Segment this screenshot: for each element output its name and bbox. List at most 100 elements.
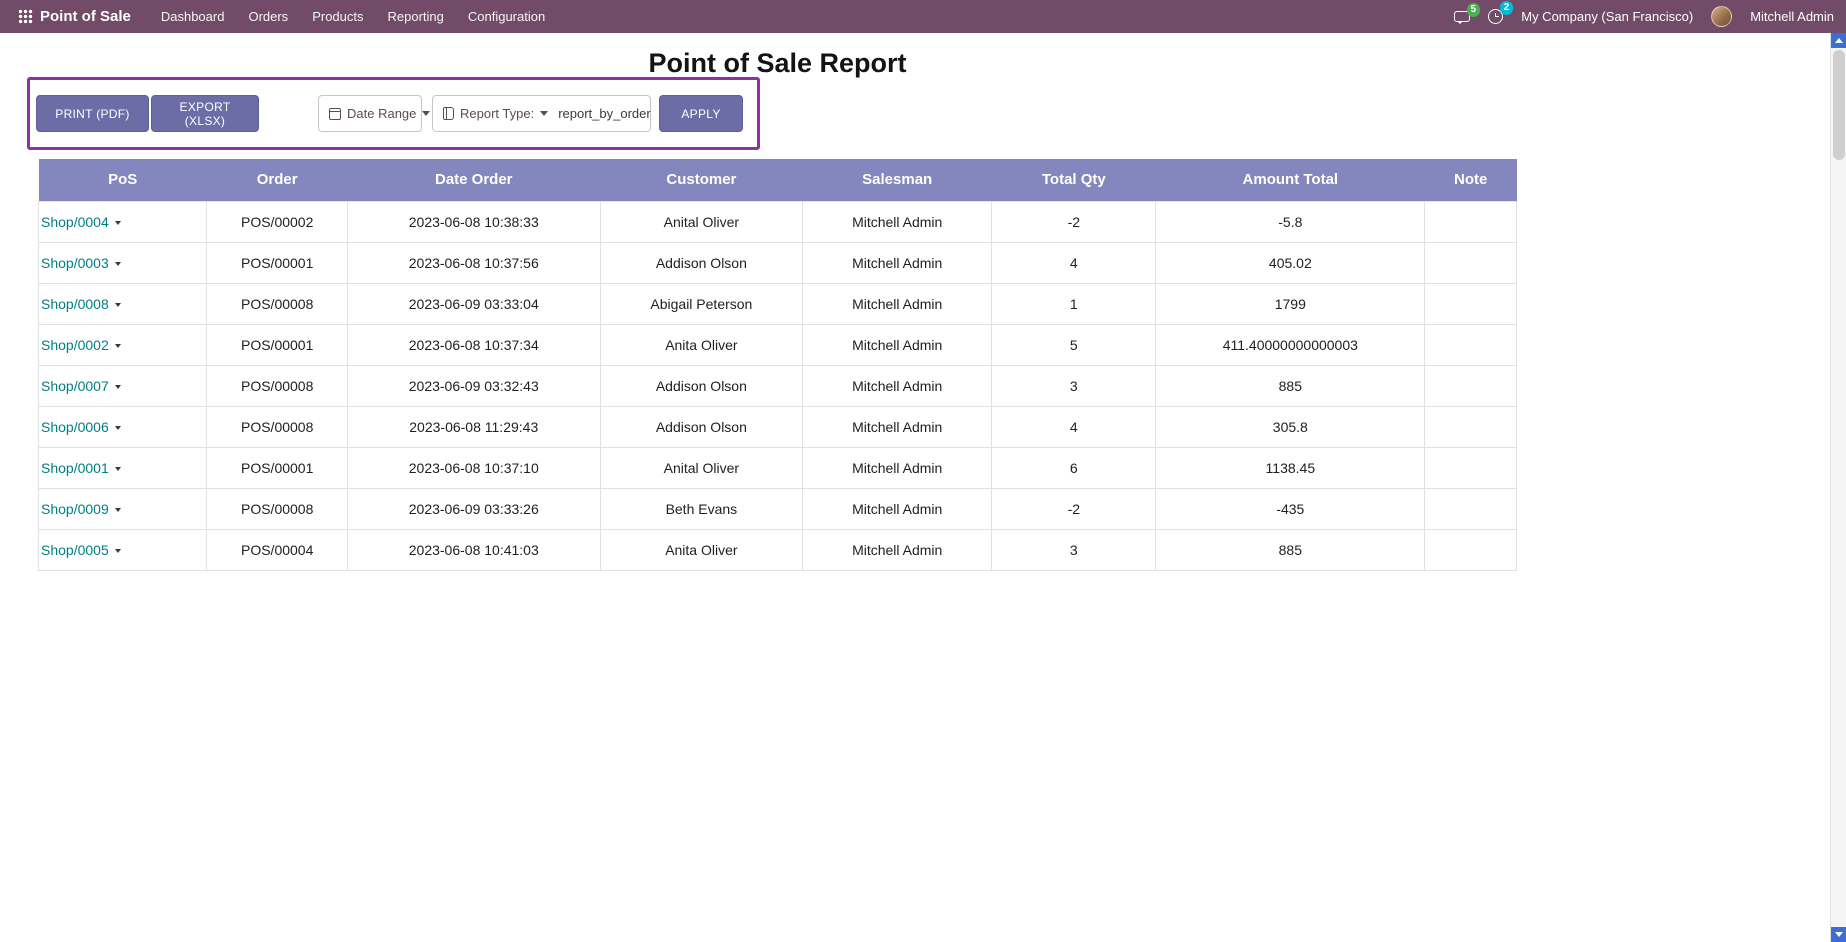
- pos-link[interactable]: Shop/0002: [41, 337, 109, 353]
- triangle-down: [1835, 932, 1843, 937]
- note-cell: [1425, 201, 1517, 242]
- order-cell: POS/00008: [207, 488, 347, 529]
- table-row: Shop/0007 POS/00008 2023-06-09 03:32:43 …: [39, 365, 1517, 406]
- pos-link[interactable]: Shop/0001: [41, 460, 109, 476]
- salesman-cell: Mitchell Admin: [803, 324, 992, 365]
- menu-item-dashboard[interactable]: Dashboard: [149, 0, 237, 33]
- pos-link[interactable]: Shop/0008: [41, 296, 109, 312]
- pos-cell: Shop/0006: [39, 406, 207, 447]
- company-switcher[interactable]: My Company (San Francisco): [1521, 9, 1693, 24]
- report-type-value: report_by_order: [558, 106, 651, 121]
- amount-total-cell: -435: [1156, 488, 1425, 529]
- column-header-customer: Customer: [600, 159, 802, 201]
- pos-cell: Shop/0004: [39, 201, 207, 242]
- salesman-cell: Mitchell Admin: [803, 365, 992, 406]
- salesman-cell: Mitchell Admin: [803, 406, 992, 447]
- note-cell: [1425, 488, 1517, 529]
- salesman-cell: Mitchell Admin: [803, 488, 992, 529]
- order-cell: POS/00008: [207, 283, 347, 324]
- menu-item-products[interactable]: Products: [300, 0, 375, 33]
- chevron-down-icon: [422, 111, 430, 116]
- messages-button[interactable]: 5: [1454, 11, 1470, 22]
- total-qty-cell: -2: [992, 488, 1156, 529]
- pos-link[interactable]: Shop/0003: [41, 255, 109, 271]
- filter-toolbar: PRINT (PDF) EXPORT (XLSX) Date Range Rep…: [27, 77, 760, 150]
- customer-cell: Beth Evans: [600, 488, 802, 529]
- order-cell: POS/00004: [207, 529, 347, 570]
- pos-link[interactable]: Shop/0009: [41, 501, 109, 517]
- pos-link[interactable]: Shop/0005: [41, 542, 109, 558]
- user-menu[interactable]: Mitchell Admin: [1750, 9, 1834, 24]
- total-qty-cell: 5: [992, 324, 1156, 365]
- chevron-down-icon: [540, 111, 548, 116]
- calendar-icon: [329, 108, 341, 120]
- column-header-order: Order: [207, 159, 347, 201]
- chevron-down-icon[interactable]: [115, 344, 121, 348]
- report-type-dropdown[interactable]: Report Type: report_by_order: [432, 95, 651, 132]
- column-header-note: Note: [1425, 159, 1517, 201]
- menu-item-configuration[interactable]: Configuration: [456, 0, 557, 33]
- order-cell: POS/00001: [207, 242, 347, 283]
- salesman-cell: Mitchell Admin: [803, 529, 992, 570]
- pos-link[interactable]: Shop/0006: [41, 419, 109, 435]
- total-qty-cell: 4: [992, 406, 1156, 447]
- chevron-down-icon[interactable]: [115, 262, 121, 266]
- table-row: Shop/0003 POS/00001 2023-06-08 10:37:56 …: [39, 242, 1517, 283]
- column-header-salesman: Salesman: [803, 159, 992, 201]
- user-avatar[interactable]: [1711, 6, 1732, 27]
- amount-total-cell: 885: [1156, 365, 1425, 406]
- total-qty-cell: 1: [992, 283, 1156, 324]
- date-order-cell: 2023-06-08 10:41:03: [347, 529, 600, 570]
- scroll-up-icon[interactable]: [1831, 33, 1846, 48]
- menu-item-orders[interactable]: Orders: [236, 0, 300, 33]
- chevron-down-icon[interactable]: [115, 221, 121, 225]
- apply-button[interactable]: APPLY: [659, 95, 743, 132]
- pos-cell: Shop/0001: [39, 447, 207, 488]
- export-xlsx-button[interactable]: EXPORT (XLSX): [151, 95, 259, 132]
- chevron-down-icon[interactable]: [115, 303, 121, 307]
- order-cell: POS/00008: [207, 406, 347, 447]
- chevron-down-icon[interactable]: [115, 385, 121, 389]
- activities-button[interactable]: 2: [1488, 9, 1503, 24]
- column-header-pos: PoS: [39, 159, 207, 201]
- note-cell: [1425, 406, 1517, 447]
- customer-cell: Anita Oliver: [600, 529, 802, 570]
- vertical-scrollbar[interactable]: [1830, 33, 1846, 942]
- customer-cell: Anital Oliver: [600, 201, 802, 242]
- customer-cell: Addison Olson: [600, 242, 802, 283]
- total-qty-cell: 4: [992, 242, 1156, 283]
- total-qty-cell: -2: [992, 201, 1156, 242]
- chevron-down-icon[interactable]: [115, 467, 121, 471]
- amount-total-cell: 1799: [1156, 283, 1425, 324]
- chevron-down-icon[interactable]: [115, 508, 121, 512]
- order-cell: POS/00001: [207, 324, 347, 365]
- pos-cell: Shop/0009: [39, 488, 207, 529]
- amount-total-cell: 405.02: [1156, 242, 1425, 283]
- pos-link[interactable]: Shop/0004: [41, 214, 109, 230]
- scroll-down-icon[interactable]: [1831, 927, 1846, 942]
- total-qty-cell: 3: [992, 365, 1156, 406]
- table-row: Shop/0008 POS/00008 2023-06-09 03:33:04 …: [39, 283, 1517, 324]
- date-range-dropdown[interactable]: Date Range: [318, 95, 422, 132]
- chevron-down-icon[interactable]: [115, 549, 121, 553]
- report-type-label: Report Type:: [460, 106, 534, 121]
- amount-total-cell: -5.8: [1156, 201, 1425, 242]
- main-menu: DashboardOrdersProductsReportingConfigur…: [149, 0, 557, 33]
- report-table-body: Shop/0004 POS/00002 2023-06-08 10:38:33 …: [39, 201, 1517, 570]
- table-row: Shop/0002 POS/00001 2023-06-08 10:37:34 …: [39, 324, 1517, 365]
- report-table-head: PoSOrderDate OrderCustomerSalesmanTotal …: [39, 159, 1517, 201]
- chevron-down-icon[interactable]: [115, 426, 121, 430]
- print-pdf-button[interactable]: PRINT (PDF): [36, 95, 149, 132]
- app-brand[interactable]: Point of Sale: [40, 8, 131, 25]
- order-cell: POS/00001: [207, 447, 347, 488]
- salesman-cell: Mitchell Admin: [803, 447, 992, 488]
- top-navbar: Point of Sale DashboardOrdersProductsRep…: [0, 0, 1846, 33]
- scrollbar-thumb[interactable]: [1833, 50, 1845, 160]
- pos-cell: Shop/0007: [39, 365, 207, 406]
- apps-grid-icon[interactable]: [12, 0, 38, 33]
- note-cell: [1425, 283, 1517, 324]
- note-cell: [1425, 529, 1517, 570]
- date-order-cell: 2023-06-08 10:37:34: [347, 324, 600, 365]
- pos-link[interactable]: Shop/0007: [41, 378, 109, 394]
- menu-item-reporting[interactable]: Reporting: [376, 0, 456, 33]
